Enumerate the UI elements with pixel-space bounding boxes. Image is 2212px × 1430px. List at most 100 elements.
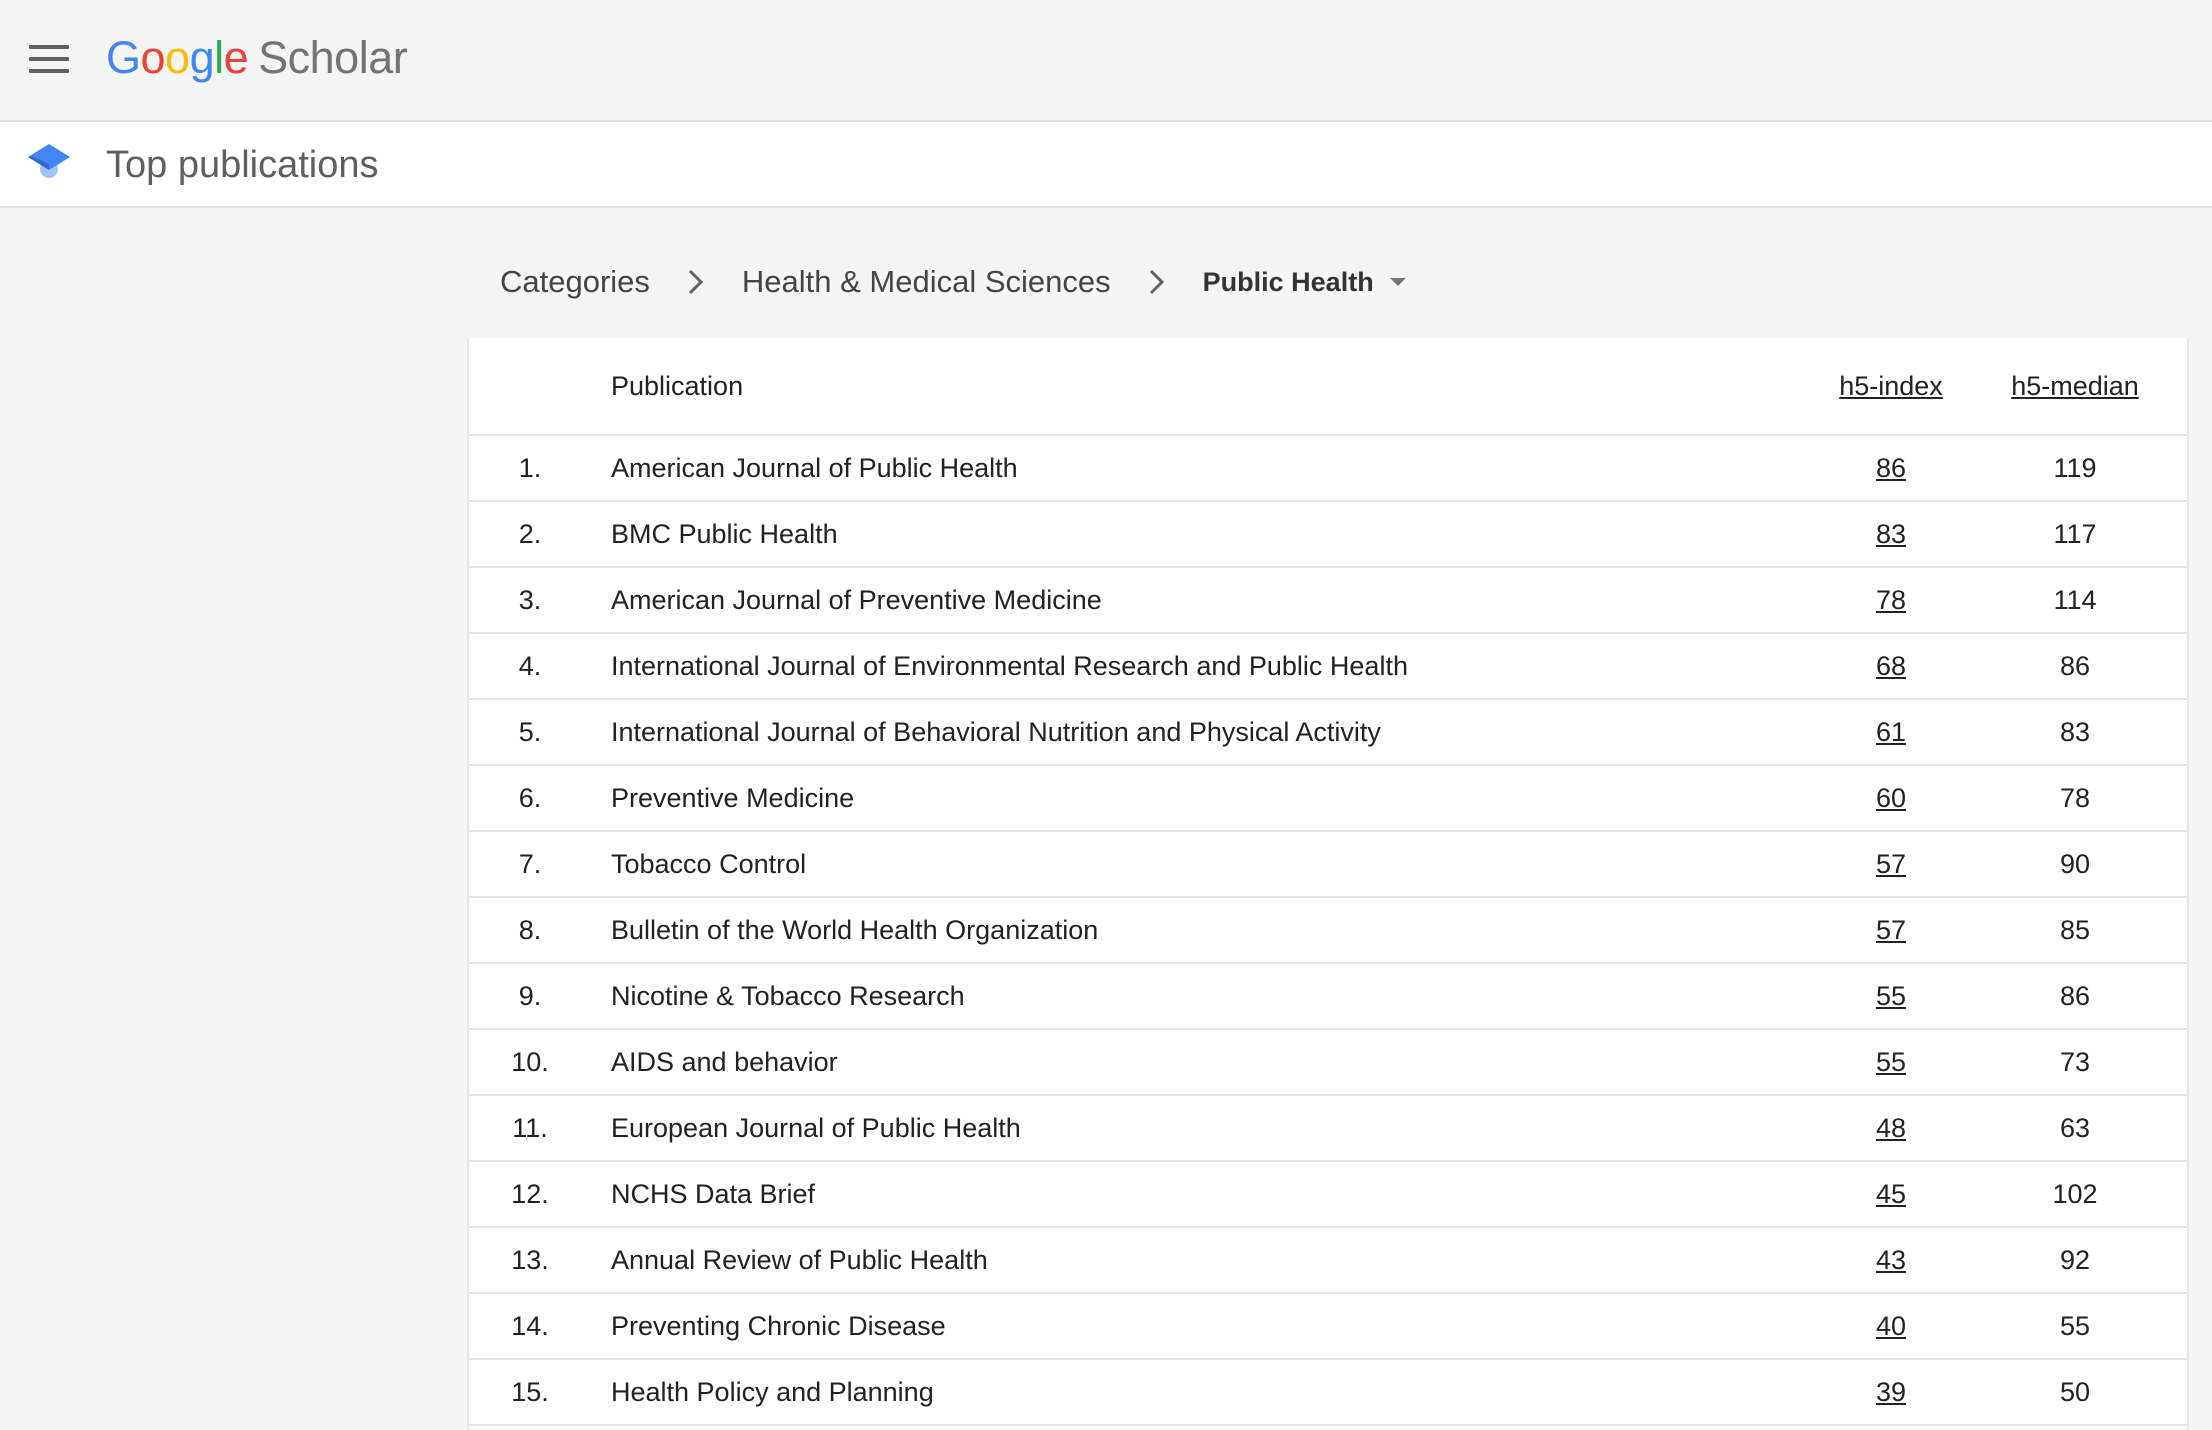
publication-title-link[interactable]: Tobacco Control <box>611 831 1811 898</box>
rank-cell: 8. <box>469 897 611 964</box>
table-row: 1. American Journal of Public Health 86 119 <box>469 435 2187 502</box>
rank-cell: 15. <box>469 1359 611 1426</box>
h5-index-cell: 39 <box>1811 1359 1971 1426</box>
table-row: 14. Preventing Chronic Disease 40 55 <box>469 1293 2187 1360</box>
h5-index-link[interactable]: 40 <box>1876 1311 1906 1341</box>
h5-index-cell: 61 <box>1811 699 1971 766</box>
chevron-right-icon <box>1149 269 1164 295</box>
google-scholar-logo[interactable]: Google Scholar <box>106 28 408 88</box>
table-row: 15. Health Policy and Planning 39 50 <box>469 1359 2187 1426</box>
table-row: 11. European Journal of Public Health 48 63 <box>469 1095 2187 1162</box>
h5-median-cell: 117 <box>1971 501 2187 568</box>
h5-index-link[interactable]: 68 <box>1876 651 1906 681</box>
h5-median-header-link[interactable]: h5-median <box>2011 371 2139 401</box>
h5-index-cell: 83 <box>1811 501 1971 568</box>
subcategory-label: Public Health <box>1202 266 1374 297</box>
publication-header: Publication <box>611 338 1811 436</box>
rank-cell: 14. <box>469 1293 611 1360</box>
subcategory-dropdown[interactable]: Public Health <box>1203 267 1406 298</box>
h5-median-cell: 78 <box>1971 765 2187 832</box>
h5-index-cell: 57 <box>1811 831 1971 898</box>
h5-index-cell: 43 <box>1811 1227 1971 1294</box>
h5-index-header[interactable]: h5-index <box>1811 338 1971 436</box>
chevron-right-icon <box>688 269 704 295</box>
table-row: 3. American Journal of Preventive Medicin… <box>469 567 2187 634</box>
breadcrumb-categories[interactable]: Categories <box>500 264 650 300</box>
caret-down-icon <box>1389 278 1406 286</box>
publication-title-link[interactable]: American Journal of Public Health <box>611 435 1811 502</box>
h5-index-link[interactable]: 78 <box>1876 585 1906 615</box>
h5-index-link[interactable]: 43 <box>1876 1245 1906 1275</box>
table-header-row: Publication h5-index h5-median <box>469 338 2187 436</box>
h5-median-header[interactable]: h5-median <box>1971 338 2187 436</box>
rank-cell: 7. <box>469 831 611 898</box>
h5-index-link[interactable]: 55 <box>1876 981 1906 1011</box>
publication-title-link[interactable]: Nicotine & Tobacco Research <box>611 963 1811 1030</box>
h5-median-cell: 90 <box>1971 831 2187 898</box>
publication-title-link[interactable]: NCHS Data Brief <box>611 1161 1811 1228</box>
table-row: 10. AIDS and behavior 55 73 <box>469 1029 2187 1096</box>
h5-index-link[interactable]: 57 <box>1876 915 1906 945</box>
h5-index-cell: 48 <box>1811 1095 1971 1162</box>
table-row: 13. Annual Review of Public Health 43 92 <box>469 1227 2187 1294</box>
h5-median-cell: 85 <box>1971 897 2187 964</box>
rank-cell: 5. <box>469 699 611 766</box>
rank-cell: 9. <box>469 963 611 1030</box>
h5-median-cell: 92 <box>1971 1227 2187 1294</box>
publication-title-link[interactable]: American Journal of Preventive Medicine <box>611 567 1811 634</box>
rank-cell: 3. <box>469 567 611 634</box>
h5-index-link[interactable]: 61 <box>1876 717 1906 747</box>
table-row: 4. International Journal of Environmental… <box>469 633 2187 700</box>
h5-index-cell: 40 <box>1811 1293 1971 1360</box>
publication-title-link[interactable]: Health Policy and Planning <box>611 1359 1811 1426</box>
rank-cell: 4. <box>469 633 611 700</box>
breadcrumb-health-medical-sciences[interactable]: Health & Medical Sciences <box>742 264 1111 300</box>
publication-title-link[interactable]: AIDS and behavior <box>611 1029 1811 1096</box>
h5-median-cell: 119 <box>1971 435 2187 502</box>
h5-median-cell: 73 <box>1971 1029 2187 1096</box>
h5-index-cell: 57 <box>1811 897 1971 964</box>
rank-cell: 2. <box>469 501 611 568</box>
h5-index-header-link[interactable]: h5-index <box>1839 371 1943 401</box>
h5-index-cell: 60 <box>1811 765 1971 832</box>
h5-index-link[interactable]: 39 <box>1876 1377 1906 1407</box>
h5-index-link[interactable]: 45 <box>1876 1179 1906 1209</box>
h5-index-link[interactable]: 48 <box>1876 1113 1906 1143</box>
hamburger-menu-icon[interactable] <box>29 45 69 73</box>
h5-index-link[interactable]: 60 <box>1876 783 1906 813</box>
h5-index-link[interactable]: 83 <box>1876 519 1906 549</box>
publication-title-link[interactable]: Annual Review of Public Health <box>611 1227 1811 1294</box>
publication-title-link[interactable]: Preventive Medicine <box>611 765 1811 832</box>
table-row: 9. Nicotine & Tobacco Research 55 86 <box>469 963 2187 1030</box>
h5-median-cell: 50 <box>1971 1359 2187 1426</box>
rank-cell: 1. <box>469 435 611 502</box>
publication-title-link[interactable]: International Journal of Environmental R… <box>611 633 1811 700</box>
h5-index-link[interactable]: 55 <box>1876 1047 1906 1077</box>
h5-median-cell: 102 <box>1971 1161 2187 1228</box>
table-row: 5. International Journal of Behavioral Nu… <box>469 699 2187 766</box>
publication-title-link[interactable]: European Journal of Public Health <box>611 1095 1811 1162</box>
h5-index-cell: 78 <box>1811 567 1971 634</box>
h5-median-cell: 55 <box>1971 1293 2187 1360</box>
publication-title-link[interactable]: Preventing Chronic Disease <box>611 1293 1811 1360</box>
h5-index-cell: 68 <box>1811 633 1971 700</box>
graduation-cap-icon <box>28 144 70 178</box>
publication-title-link[interactable]: Bulletin of the World Health Organizatio… <box>611 897 1811 964</box>
h5-median-cell: 83 <box>1971 699 2187 766</box>
publications-card: Publication h5-index h5-median 1. America… <box>467 338 2189 1430</box>
h5-index-link[interactable]: 86 <box>1876 453 1906 483</box>
table-row: 6. Preventive Medicine 60 78 <box>469 765 2187 832</box>
page-title: Top publications <box>106 144 379 186</box>
rank-cell: 11. <box>469 1095 611 1162</box>
table-row: 7. Tobacco Control 57 90 <box>469 831 2187 898</box>
publication-title-link[interactable]: BMC Public Health <box>611 501 1811 568</box>
h5-median-cell: 63 <box>1971 1095 2187 1162</box>
breadcrumb: Categories Health & Medical Sciences Pub… <box>500 262 1406 302</box>
table-row: 2. BMC Public Health 83 117 <box>469 501 2187 568</box>
publications-table: Publication h5-index h5-median 1. America… <box>469 338 2187 1426</box>
h5-median-cell: 114 <box>1971 567 2187 634</box>
publication-title-link[interactable]: International Journal of Behavioral Nutr… <box>611 699 1811 766</box>
h5-index-link[interactable]: 57 <box>1876 849 1906 879</box>
table-row: 8. Bulletin of the World Health Organizat… <box>469 897 2187 964</box>
h5-median-cell: 86 <box>1971 963 2187 1030</box>
